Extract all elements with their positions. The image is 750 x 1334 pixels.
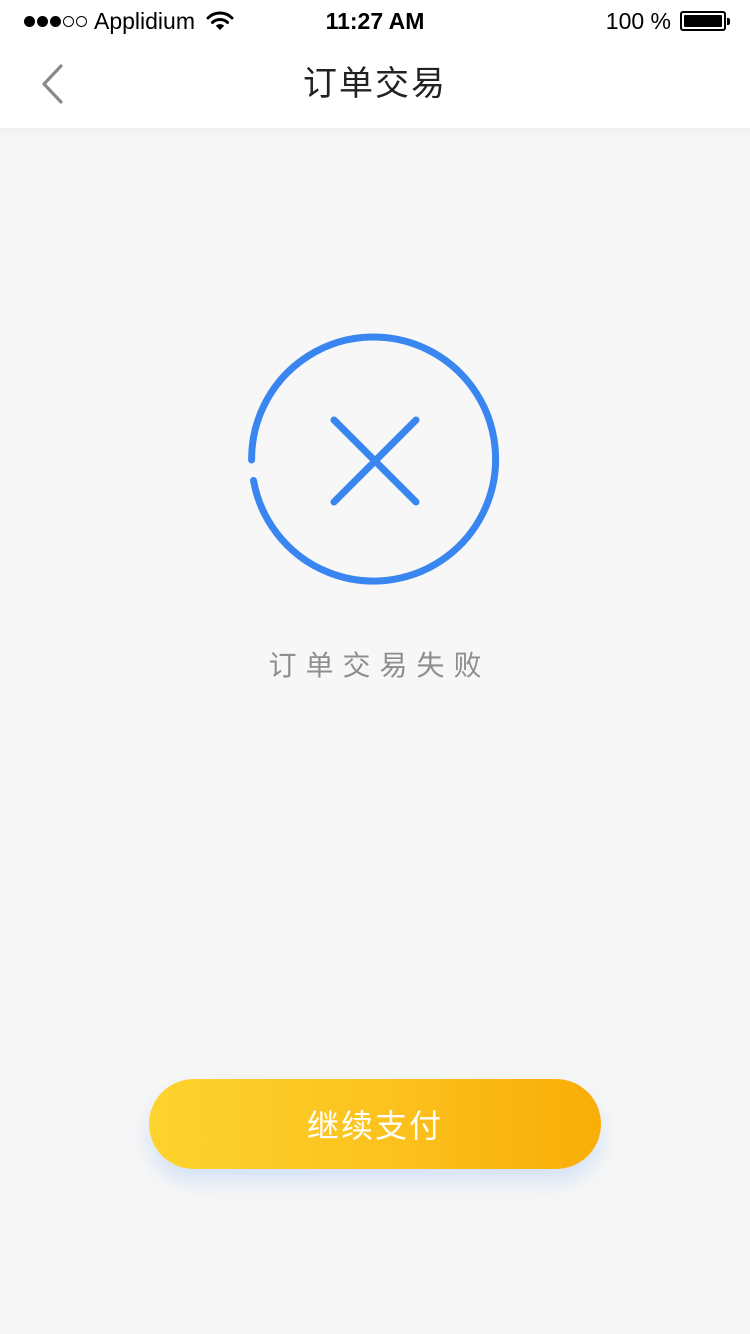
- failure-message: 订单交易失败: [268, 649, 491, 682]
- continue-payment-button[interactable]: 继续支付: [149, 1079, 601, 1169]
- nav-divider: [0, 128, 750, 138]
- status-bar: Applidium 11:27 AM 100 %: [0, 0, 750, 40]
- page-title: 订单交易: [303, 64, 447, 104]
- continue-payment-label: 继续支付: [306, 1107, 443, 1145]
- fail-circle-x-icon: [248, 333, 500, 585]
- status-right: 100 %: [605, 5, 730, 37]
- screen: Applidium 11:27 AM 100 % 订单交易 订单交易失败 继续支…: [0, 0, 750, 1334]
- nav-bar: 订单交易: [0, 40, 750, 128]
- battery-fill: [684, 15, 722, 27]
- battery-icon: [680, 11, 730, 31]
- battery-percentage: 100 %: [605, 8, 671, 34]
- battery-tip: [727, 18, 730, 25]
